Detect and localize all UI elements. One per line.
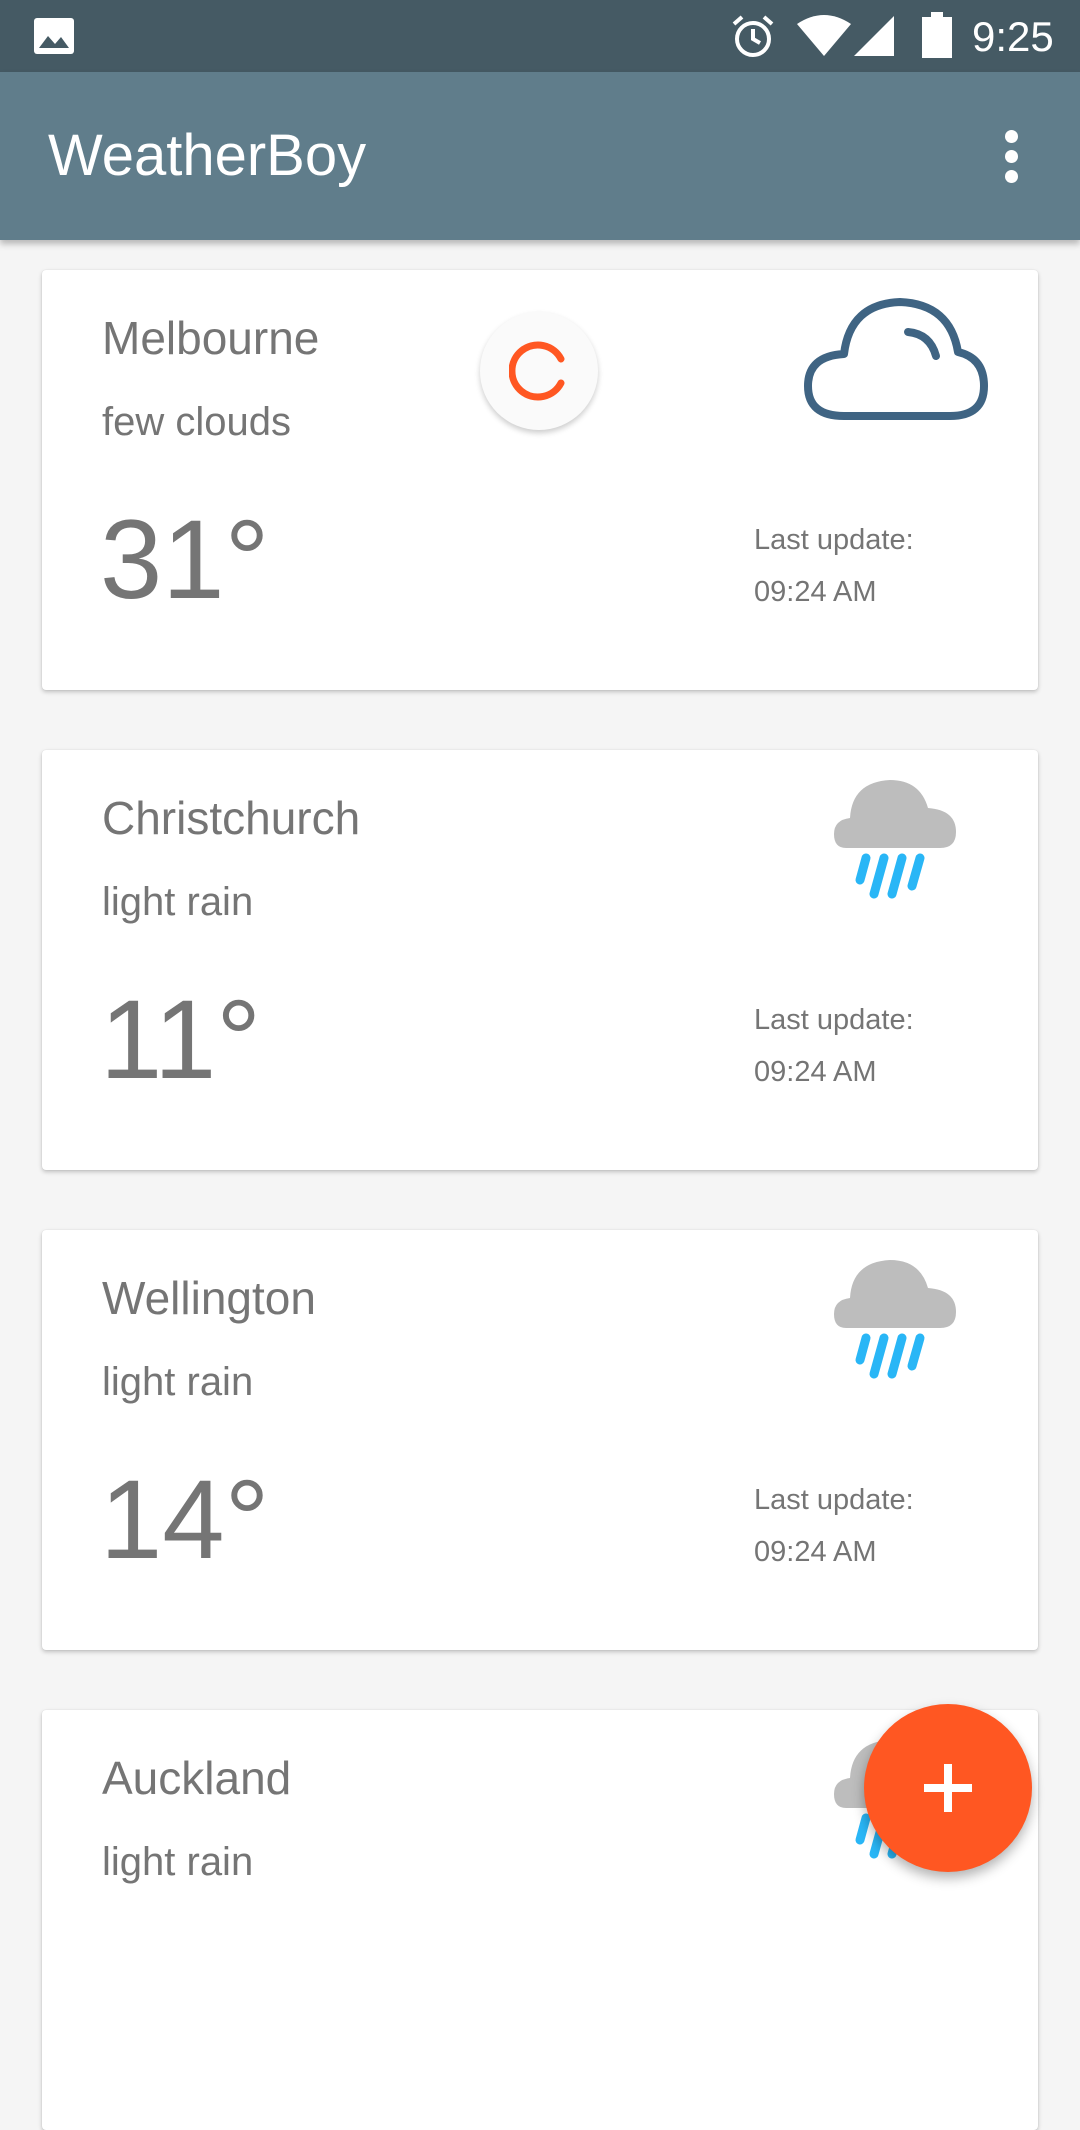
status-time: 9:25 [972,13,1054,60]
weather-description: light rain [102,1360,254,1404]
temperature: 31° [100,497,270,622]
last-update-time: 09:24 AM [754,1536,877,1568]
city-name: Christchurch [102,792,361,844]
status-bar: 9:25 [0,0,1080,72]
weather-description: few clouds [102,400,291,444]
loading-spinner [480,312,598,430]
last-update-label: Last update: [754,524,914,556]
overflow-menu-icon[interactable] [996,130,1026,184]
gallery-notification-icon [34,18,74,54]
last-update-label: Last update: [754,1484,914,1516]
rain-cloud-icon [834,780,956,899]
weather-description: light rain [102,880,254,924]
wifi-icon [797,15,851,56]
last-update-time: 09:24 AM [754,1056,877,1088]
temperature: 11° [100,977,262,1102]
app-title: WeatherBoy [48,123,367,188]
city-name: Wellington [102,1272,316,1324]
weather-card-wellington[interactable]: Wellington light rain 14° Last update: 0… [42,1230,1038,1650]
city-name: Auckland [102,1752,292,1804]
battery-icon [922,12,952,58]
temperature: 14° [100,1457,270,1582]
alarm-icon [732,15,774,57]
weather-description: light rain [102,1840,254,1884]
rain-cloud-icon [834,1260,956,1379]
cloud-outline-icon [804,298,988,420]
weather-card-christchurch[interactable]: Christchurch light rain 11° Last update:… [42,750,1038,1170]
signal-icon [854,16,894,56]
add-city-button[interactable] [864,1704,1032,1872]
last-update-time: 09:24 AM [754,576,877,608]
city-name: Melbourne [102,312,320,364]
last-update-label: Last update: [754,1004,914,1036]
app-bar: WeatherBoy [0,72,1080,240]
